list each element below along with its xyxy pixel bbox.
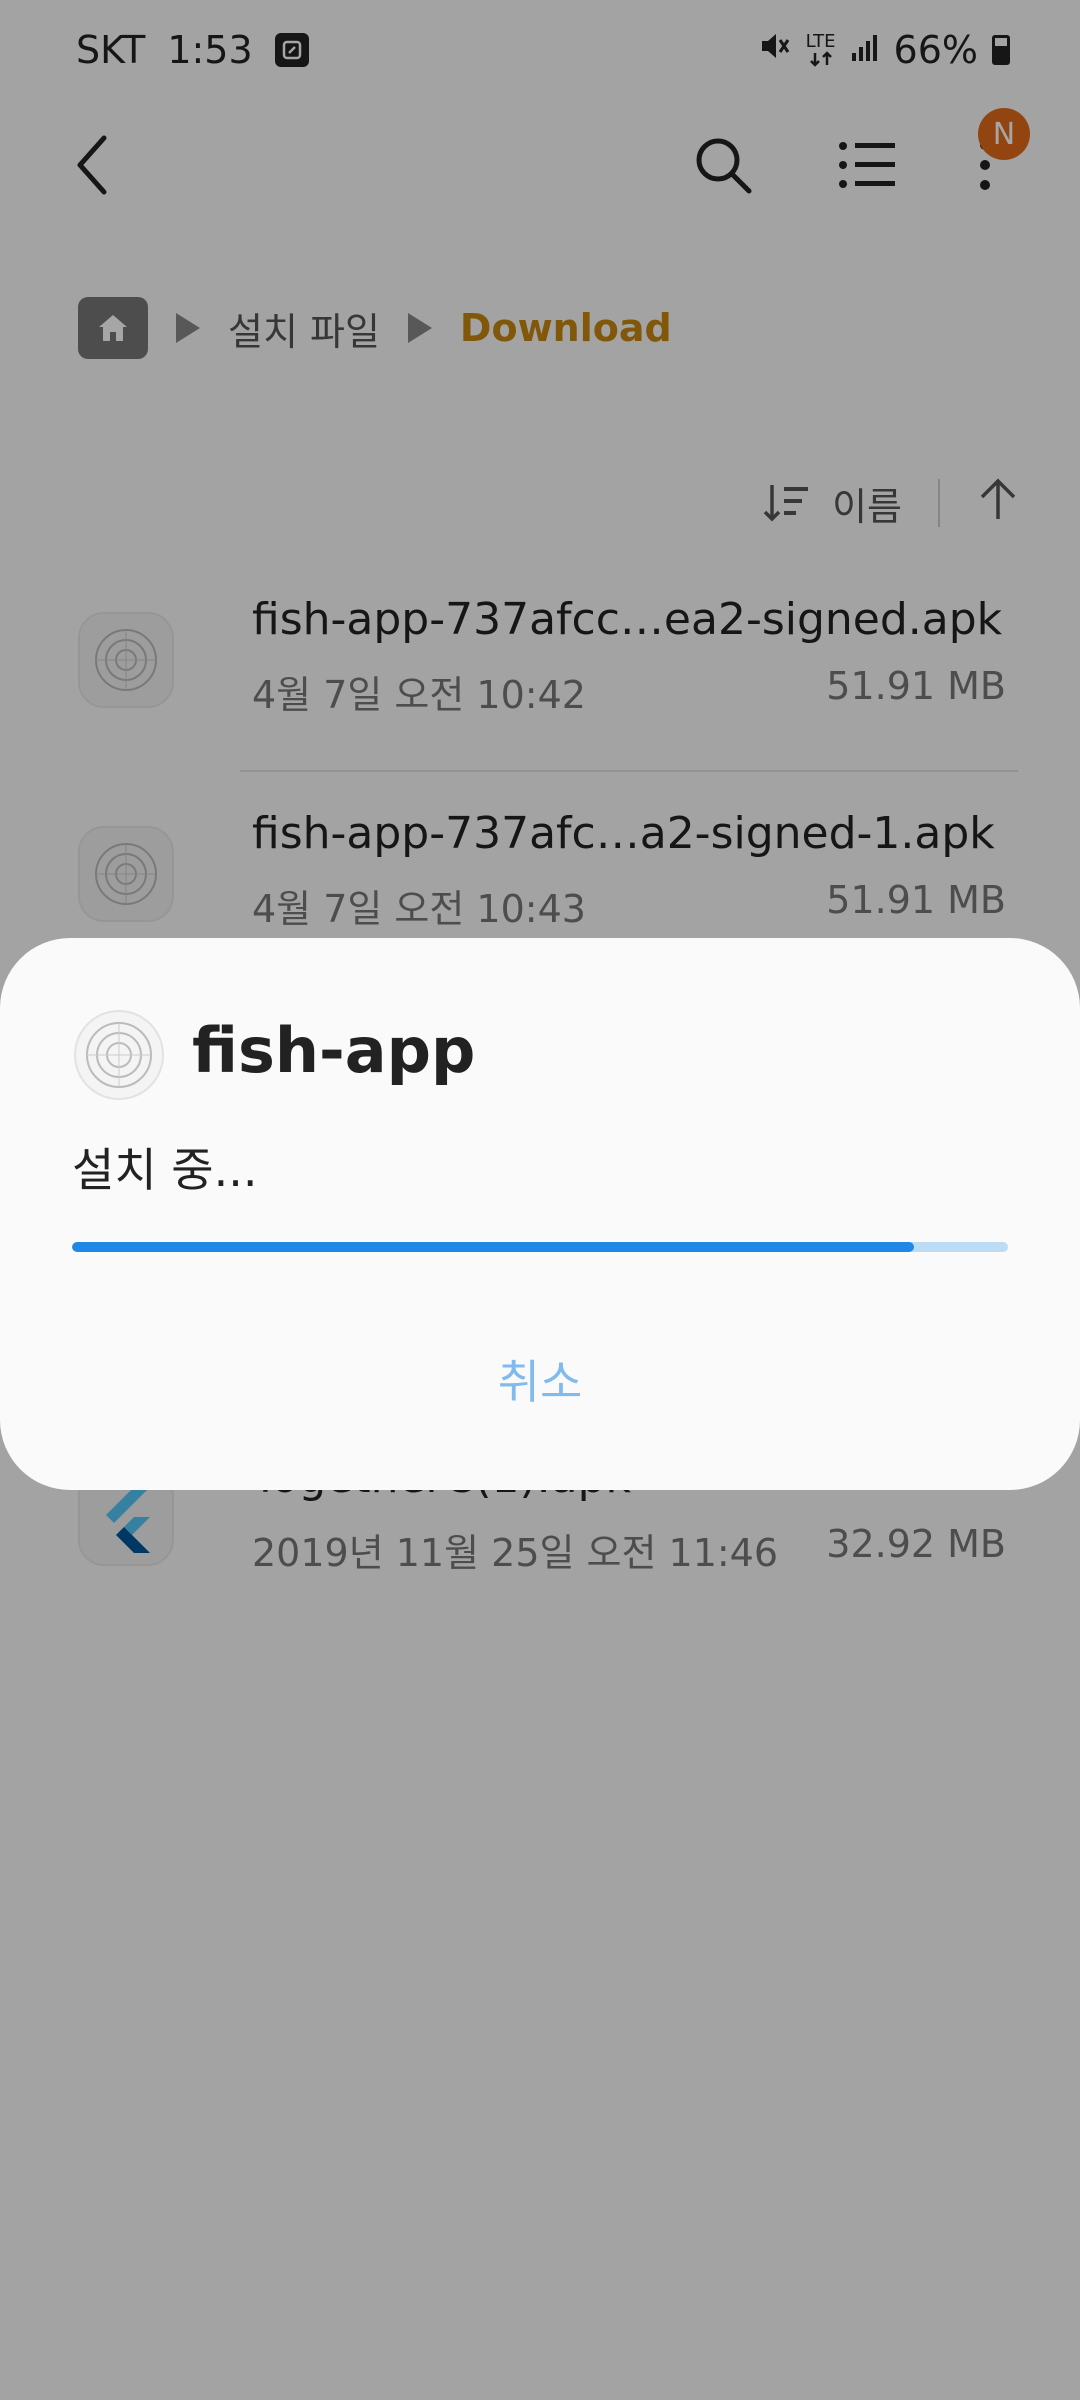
install-progress-bar [72,1242,1008,1252]
dialog-title: fish-app [192,1014,476,1087]
install-dialog: fish-app 설치 중... 취소 [0,938,1080,1490]
install-status-text: 설치 중... [72,1143,258,1197]
app-icon [74,1010,164,1100]
cancel-button[interactable]: 취소 [390,1334,690,1424]
progress-fill [72,1242,915,1252]
